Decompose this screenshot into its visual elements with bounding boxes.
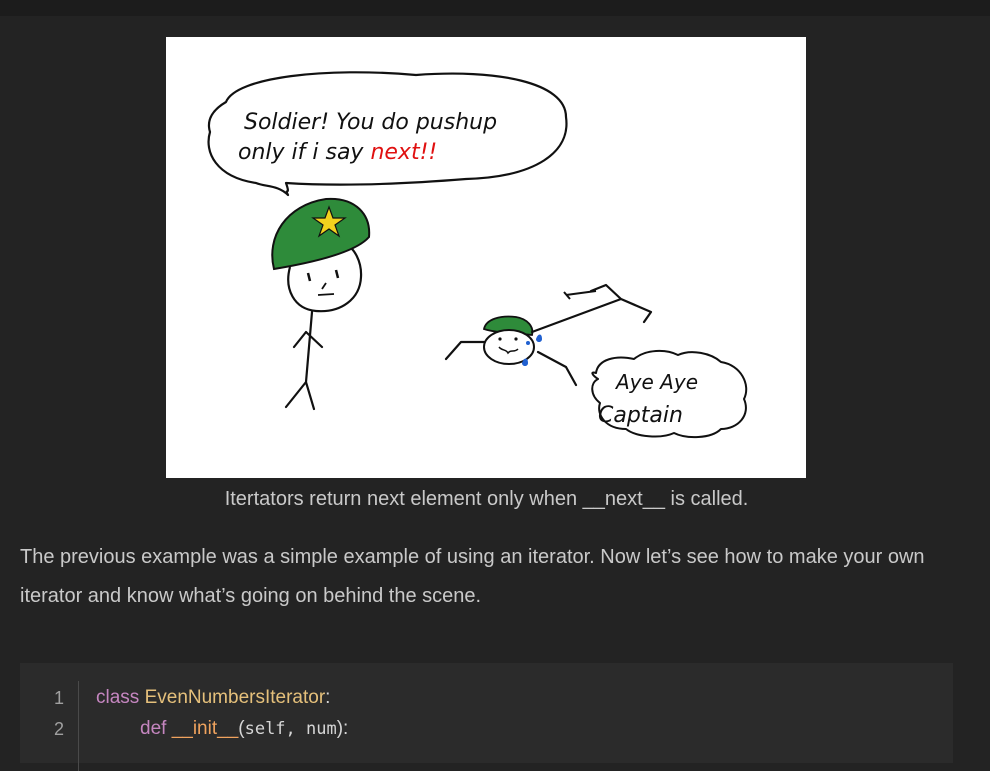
top-strip: [0, 0, 990, 16]
comic-illustration: Soldier! You do pushup only if i say nex…: [207, 71, 748, 439]
reply-line-2: Captain: [598, 403, 683, 428]
mouth: [317, 293, 335, 296]
reply-line-1: Aye Aye: [614, 370, 698, 394]
line-number: 1: [53, 688, 64, 708]
figure-caption: Itertators return next element only when…: [224, 488, 749, 510]
eye-left: [306, 272, 312, 282]
line-number-gutter: 1 2: [20, 681, 79, 771]
code-punctuation: ):: [336, 718, 349, 739]
code-line-2: def __init__(self, num):: [140, 718, 348, 740]
eye-right: [334, 269, 340, 279]
code-function-name: __init__: [171, 718, 239, 739]
speech-line-1: Soldier! You do pushup: [244, 110, 497, 135]
comic-figure: Soldier! You do pushup only if i say nex…: [166, 37, 806, 478]
body-paragraph: The previous example was a simple exampl…: [20, 546, 925, 607]
nose: [321, 282, 327, 290]
code-class-name: EvenNumbersIterator: [144, 687, 326, 708]
code-arguments: self, num: [244, 719, 337, 739]
captain-body: [284, 310, 324, 411]
line-number: 2: [53, 719, 64, 739]
code-punctuation: :: [325, 687, 331, 708]
speech-line-2: only if i say next!!: [238, 140, 437, 165]
code-keyword: class: [96, 687, 140, 708]
code-line-1: class EvenNumbersIterator:: [96, 687, 330, 709]
sweat-drop-1: [536, 334, 542, 342]
code-keyword: def: [140, 718, 167, 739]
code-block: 1 2 class EvenNumbersIterator: def __ini…: [20, 663, 953, 771]
